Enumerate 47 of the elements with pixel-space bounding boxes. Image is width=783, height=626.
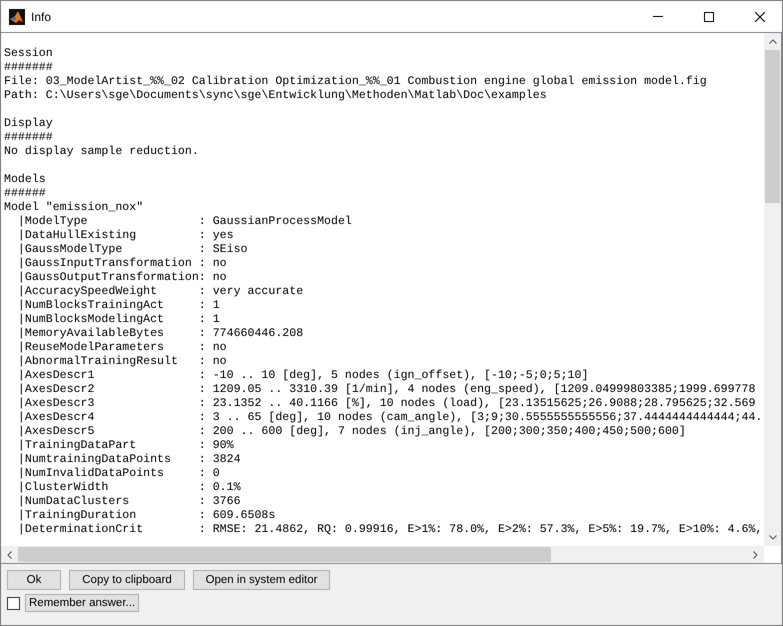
text-line: |NumtrainingDataPoints : 3824 bbox=[16, 453, 241, 467]
text-line: ###### bbox=[4, 187, 46, 201]
text-line: |DeterminationCrit : RMSE: 21.4862, RQ: 0.99916, E>1%: 78.0%, E>2%: 57.3%, E>5%: 19.7%, E>10%: 4.6%, bbox=[16, 523, 762, 537]
text-line: Path: C:\Users\sge\Documents\sync\sge\Entwicklung\Methoden\Matlab\Doc\examples bbox=[4, 89, 547, 103]
text-line: |NumBlocksTrainingAct : 1 bbox=[16, 299, 220, 313]
text-line: |AxesDescr5 : 200 .. 600 [deg], 7 nodes (inj_angle), [200;300;350;400;450;500;600] bbox=[16, 425, 686, 439]
horizontal-scrollbar[interactable] bbox=[1, 546, 764, 563]
text-line: |NumDataClusters : 3766 bbox=[16, 495, 241, 509]
text-line: |GaussModelType : SEiso bbox=[16, 243, 248, 257]
text-line: |AxesDescr3 : 23.1352 .. 40.1166 [%], 10 nodes (load), [23.13515625;26.9088;28.795625;32.569 bbox=[16, 397, 756, 411]
minimize-icon bbox=[652, 16, 662, 17]
checkbox[interactable] bbox=[7, 596, 20, 610]
text-line: ####### bbox=[4, 61, 53, 75]
text-line: |TrainingDataPart : 90% bbox=[16, 439, 234, 453]
text-line: |AxesDescr1 : -10 .. 10 [deg], 5 nodes (ign_offset), [-10;-5;0;5;10] bbox=[16, 369, 588, 383]
text-line: |ReuseModelParameters : no bbox=[16, 341, 227, 355]
scrollbar-thumb[interactable] bbox=[18, 547, 551, 562]
text-line: |MemoryAvailableBytes : 774660446.208 bbox=[16, 327, 304, 341]
text-line: |DataHullExisting : yes bbox=[16, 229, 234, 243]
text-line: |GaussOutputTransformation: no bbox=[16, 271, 227, 285]
text-line: |ModelType : GaussianProcessModel bbox=[16, 215, 352, 229]
text-line: |TrainingDuration : 609.6508s bbox=[16, 509, 276, 523]
ok-button[interactable]: Ok bbox=[7, 570, 61, 590]
copy-button[interactable]: Copy to clipboard bbox=[69, 570, 185, 590]
app-logo-icon bbox=[9, 8, 25, 24]
window-title: Info bbox=[31, 10, 52, 24]
text-line: File: 03_ModelArtist_%%_02 Calibration Optimization_%%_01 Combustion engine global emission model.fig bbox=[4, 75, 707, 89]
text-line: |ClusterWidth : 0.1% bbox=[16, 481, 241, 495]
text-line: Display bbox=[4, 117, 53, 131]
close-icon bbox=[754, 12, 764, 22]
text-line: |NumInvalidDataPoints : 0 bbox=[16, 467, 220, 481]
vertical-scrollbar[interactable] bbox=[764, 33, 781, 546]
text-line: |NumBlocksModelingAct : 1 bbox=[16, 313, 220, 327]
open-editor-button[interactable]: Open in system editor bbox=[193, 570, 330, 590]
text-line: |GaussInputTransformation : no bbox=[16, 257, 227, 271]
text-line: |AxesDescr2 : 1209.05 .. 3310.39 [1/min], 4 nodes (eng_speed), [1209.04999803385;1999.699778 bbox=[16, 383, 756, 397]
remember-button[interactable]: Remember answer... bbox=[25, 594, 140, 612]
maximize-icon bbox=[704, 12, 714, 22]
text-line: ####### bbox=[4, 131, 53, 145]
text-line: |AbnormalTrainingResult : no bbox=[16, 355, 227, 369]
text-line: |AxesDescr4 : 3 .. 65 [deg], 10 nodes (cam_angle), [3;9;30.5555555555556;37.4444444444444;44. bbox=[16, 411, 762, 425]
scrollbar-thumb[interactable] bbox=[765, 50, 780, 203]
text-line: |AccuracySpeedWeight : very accurate bbox=[16, 285, 304, 299]
text-line: Session bbox=[4, 47, 53, 61]
text-line: No display sample reduction. bbox=[4, 145, 199, 159]
text-line: Models bbox=[4, 173, 46, 187]
text-line: Model "emission_nox" bbox=[4, 201, 144, 215]
